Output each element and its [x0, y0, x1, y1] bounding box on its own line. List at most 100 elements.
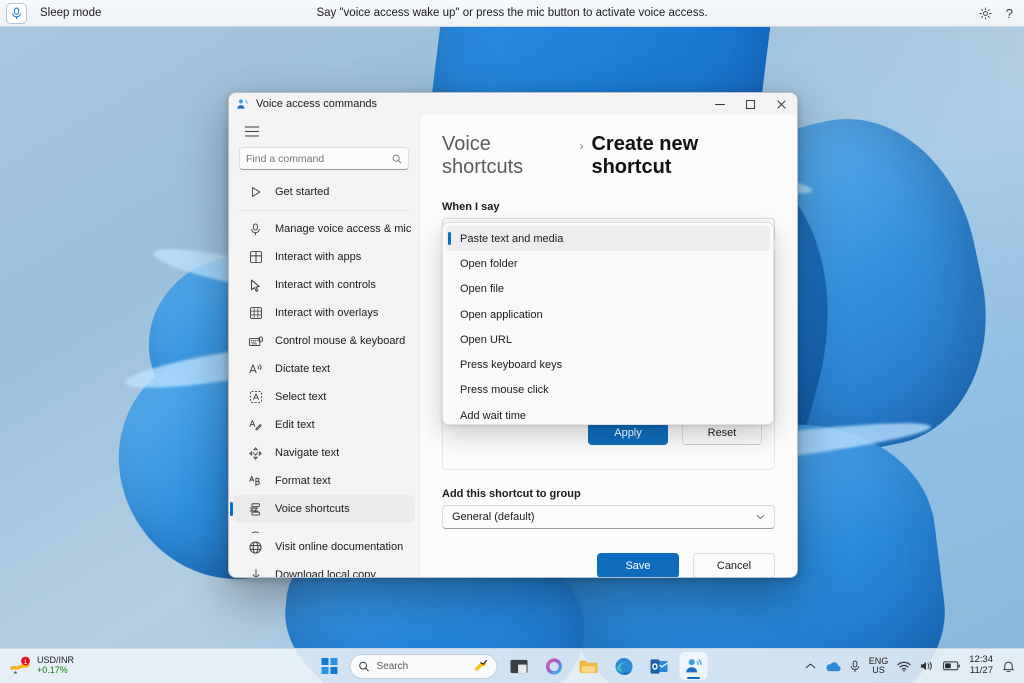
sidebar-item-label: Voice shortcuts — [275, 503, 350, 515]
sidebar-item-visit-online-documentation[interactable]: Visit online documentation — [233, 533, 415, 561]
close-icon — [777, 99, 786, 109]
group-select[interactable]: General (default) — [442, 505, 775, 529]
sidebar-item-label: Visit online documentation — [275, 541, 404, 553]
taskbar-app-copilot[interactable] — [540, 652, 568, 680]
taskbar-app-microsoft-edge[interactable] — [610, 652, 638, 680]
microphone-icon — [247, 221, 264, 238]
tray-volume-button[interactable] — [920, 660, 934, 672]
voice-access-mic-button[interactable] — [6, 2, 27, 24]
taskbar-app-file-explorer[interactable] — [575, 652, 603, 680]
finance-widget-icon: 1 — [10, 655, 32, 677]
search-input[interactable] — [246, 152, 392, 165]
outlook-icon — [650, 658, 668, 674]
window-minimize-button[interactable] — [704, 93, 735, 115]
when-i-say-label: When I say — [442, 201, 500, 213]
search-icon — [359, 661, 369, 671]
apps-grid-icon — [247, 249, 264, 266]
sidebar-menu-button[interactable] — [235, 118, 269, 144]
dropdown-option[interactable]: Open application — [446, 302, 770, 327]
search-icon — [392, 154, 402, 163]
tray-overflow-button[interactable] — [805, 662, 816, 670]
globe-icon — [247, 539, 264, 556]
system-tray: ENG US 12:34 11/27 — [805, 654, 1015, 677]
sidebar-item-format-text[interactable]: Format text — [233, 467, 415, 495]
notification-bell-icon — [1003, 661, 1014, 672]
sidebar-item-voice-shortcuts[interactable]: Voice shortcuts — [230, 495, 415, 523]
sidebar-item-edit-text[interactable]: Edit text — [233, 411, 415, 439]
tray-wifi-button[interactable] — [897, 661, 911, 672]
dropdown-option[interactable]: Open URL — [446, 327, 770, 352]
play-triangle-icon — [247, 184, 264, 201]
tray-onedrive-button[interactable] — [825, 661, 841, 672]
navigate-arrows-icon — [247, 445, 264, 462]
breadcrumb: Voice shortcuts › Create new shortcut — [442, 133, 775, 179]
sidebar-item-get-started[interactable]: Get started — [233, 178, 415, 206]
taskbar-search-placeholder: Search — [376, 660, 409, 672]
sidebar-item-label: Select text — [275, 391, 327, 403]
tray-notifications-button[interactable] — [1002, 660, 1015, 673]
dropdown-option[interactable]: Press keyboard keys — [446, 352, 770, 377]
window-close-button[interactable] — [766, 93, 797, 115]
tray-language-button[interactable]: ENG US — [869, 656, 889, 676]
sidebar-item-dictate-text[interactable]: Dictate text — [233, 355, 415, 383]
voice-access-settings-button[interactable] — [979, 7, 992, 20]
sidebar-item-control-mouse-keyboard[interactable]: Control mouse & keyboard — [233, 327, 415, 355]
find-a-command-search[interactable] — [239, 147, 409, 170]
taskbar-app-voice-access[interactable] — [679, 652, 708, 680]
windows-start-icon — [321, 658, 338, 674]
taskbar-app-file-explorer-dark[interactable] — [505, 652, 533, 680]
window-title: Voice access commands — [256, 98, 378, 110]
dropdown-option[interactable]: Open folder — [446, 251, 770, 276]
maximize-icon — [746, 99, 755, 109]
taskbar-search-box[interactable]: Search — [349, 653, 498, 679]
page-title: Create new shortcut — [591, 133, 699, 178]
sidebar-item-download-local-copy[interactable]: Download local copy — [233, 561, 415, 578]
widget-delta: +0.17% — [37, 665, 68, 675]
sidebar-item-interact-with-overlays[interactable]: Interact with overlays — [233, 299, 415, 327]
svg-text:1: 1 — [24, 659, 28, 666]
sidebar-item-select-text[interactable]: Select text — [233, 383, 415, 411]
voice-access-mode-label: Sleep mode — [40, 7, 102, 19]
sidebar-clipped-item — [229, 523, 419, 533]
breadcrumb-parent-link[interactable]: Voice shortcuts — [442, 133, 571, 179]
sidebar: Get started Manage voice access & mic — [229, 115, 419, 578]
chevron-up-icon — [805, 663, 816, 669]
dropdown-option[interactable]: Open file — [446, 277, 770, 302]
tray-mic-button[interactable] — [850, 660, 860, 673]
bing-wallpaper-icon[interactable] — [473, 659, 489, 673]
keyboard-mouse-icon — [247, 333, 264, 350]
action-type-dropdown-list[interactable]: Paste text and media Open folder Open fi… — [442, 222, 774, 425]
window-maximize-button[interactable] — [735, 93, 766, 115]
chevron-down-icon — [756, 512, 765, 522]
sidebar-item-partial[interactable] — [233, 523, 415, 533]
start-button[interactable] — [317, 653, 343, 679]
sidebar-item-label: Interact with controls — [275, 279, 376, 291]
file-explorer-dark-icon — [510, 659, 527, 673]
dialog-footer-buttons: Save Cancel — [442, 553, 775, 577]
dropdown-option[interactable]: Paste text and media — [446, 226, 770, 252]
taskbar-widget-button[interactable]: 1 USD/INR +0.17% — [10, 655, 74, 677]
cloud-icon — [826, 661, 841, 671]
tray-battery-button[interactable] — [943, 661, 960, 671]
dropdown-option[interactable]: Add wait time — [446, 403, 770, 424]
dropdown-option[interactable]: Press mouse click — [446, 378, 770, 403]
cursor-arrow-icon — [247, 277, 264, 294]
cancel-button[interactable]: Cancel — [693, 553, 775, 577]
sidebar-item-navigate-text[interactable]: Navigate text — [233, 439, 415, 467]
grid-overlay-icon — [247, 305, 264, 322]
sidebar-item-label: Dictate text — [275, 363, 331, 375]
save-button[interactable]: Save — [597, 553, 679, 577]
sidebar-item-interact-with-apps[interactable]: Interact with apps — [233, 243, 415, 271]
voice-access-help-button[interactable]: ? — [1006, 6, 1013, 21]
edit-pencil-icon — [247, 417, 264, 434]
sidebar-item-interact-with-controls[interactable]: Interact with controls — [233, 271, 415, 299]
sidebar-item-manage-voice-access[interactable]: Manage voice access & mic — [233, 215, 415, 243]
voice-access-icon — [236, 98, 249, 111]
sidebar-divider — [239, 210, 409, 211]
file-explorer-icon — [579, 660, 598, 673]
sidebar-item-label: Download local copy — [275, 569, 376, 578]
language-secondary: US — [872, 665, 885, 675]
tray-clock-button[interactable]: 12:34 11/27 — [969, 654, 993, 677]
taskbar-app-outlook[interactable] — [645, 652, 673, 680]
voice-access-icon — [685, 659, 702, 673]
